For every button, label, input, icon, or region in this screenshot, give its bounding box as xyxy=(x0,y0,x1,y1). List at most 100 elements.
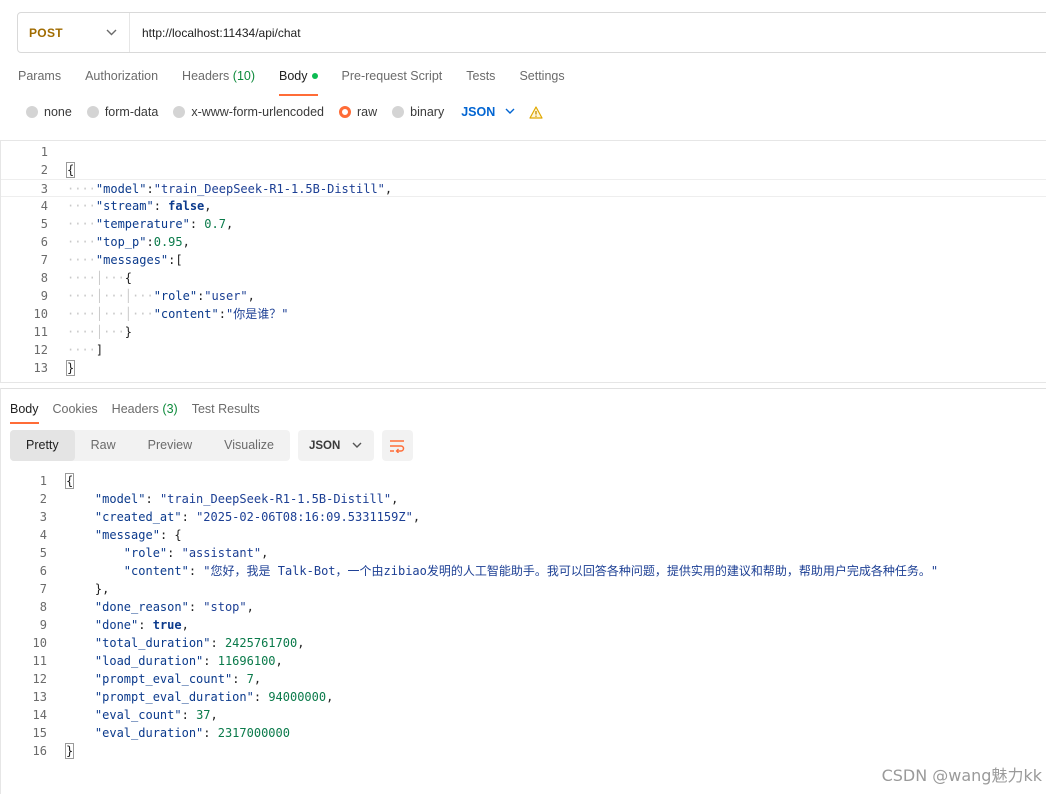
chevron-down-icon xyxy=(106,27,117,39)
request-tabs: Params Authorization Headers (10) Body P… xyxy=(18,65,589,96)
wrap-lines-icon[interactable] xyxy=(381,430,413,461)
json-brace: { xyxy=(64,473,75,489)
tab-tests[interactable]: Tests xyxy=(466,65,495,93)
code-line: 16} xyxy=(0,742,1046,760)
response-view-bar: Pretty Raw Preview Visualize JSON xyxy=(10,430,413,461)
radio-urlencoded-label: x-www-form-urlencoded xyxy=(191,105,324,119)
line-number: 11 xyxy=(32,654,47,668)
tab-pre-request-script[interactable]: Pre-request Script xyxy=(342,65,443,93)
radio-none-label: none xyxy=(44,105,72,119)
line-number: 8 xyxy=(40,271,48,285)
json-key: "role" xyxy=(153,289,198,303)
view-pretty[interactable]: Pretty xyxy=(10,430,75,461)
code-line: 6 ····"top_p":0.95, xyxy=(1,233,1046,251)
panel-divider[interactable] xyxy=(0,388,1046,389)
json-key: "eval_count" xyxy=(94,708,182,722)
response-tab-body[interactable]: Body xyxy=(10,398,39,424)
radio-form-data-label: form-data xyxy=(104,105,159,119)
code-line: 4 ····"stream": false, xyxy=(1,197,1046,215)
view-preview[interactable]: Preview xyxy=(132,430,208,461)
json-string: "user" xyxy=(204,289,248,303)
code-line: 7 }, xyxy=(0,580,1046,598)
line-number: 9 xyxy=(40,289,48,303)
line-number: 5 xyxy=(40,217,48,231)
chevron-down-icon xyxy=(352,440,362,452)
response-tabs: Body Cookies Headers (3) Test Results xyxy=(10,398,274,424)
line-number: 2 xyxy=(40,163,48,177)
radio-none[interactable]: none xyxy=(26,105,72,119)
line-number: 13 xyxy=(33,361,48,375)
response-tab-test-results[interactable]: Test Results xyxy=(192,398,260,420)
code-line: 12 "prompt_eval_count": 7, xyxy=(0,670,1046,688)
code-line: 6 "content": "您好，我是 Talk-Bot，一个由zibiao发明… xyxy=(0,562,1046,580)
tab-params[interactable]: Params xyxy=(18,65,61,93)
line-number: 15 xyxy=(32,726,47,740)
tab-body[interactable]: Body xyxy=(279,65,318,96)
json-key: "done" xyxy=(94,618,139,632)
csdn-watermark: CSDN @wang魅力kk xyxy=(881,766,1042,785)
json-bool: false xyxy=(168,199,205,213)
line-number: 3 xyxy=(39,510,47,524)
line-number: 7 xyxy=(39,582,47,596)
line-number: 4 xyxy=(39,528,47,542)
response-tab-headers[interactable]: Headers (3) xyxy=(112,398,178,420)
line-number: 10 xyxy=(33,307,48,321)
radio-circle xyxy=(86,106,99,118)
warning-triangle-icon[interactable] xyxy=(529,105,543,119)
line-number: 4 xyxy=(40,199,48,213)
line-number: 7 xyxy=(40,253,48,267)
tab-settings[interactable]: Settings xyxy=(519,65,564,93)
line-number: 5 xyxy=(39,546,47,560)
response-body-viewer[interactable]: 1{ 2 "model": "train_DeepSeek-R1-1.5B-Di… xyxy=(0,472,1046,762)
json-key: "role" xyxy=(123,546,168,560)
headers-count: (10) xyxy=(232,69,256,83)
json-key: "total_duration" xyxy=(94,636,211,650)
json-number: 11696100 xyxy=(217,654,276,668)
view-visualize[interactable]: Visualize xyxy=(208,430,290,461)
request-url-bar: POST http://localhost:11434/api/chat xyxy=(17,12,1046,53)
body-format-select[interactable]: JSON xyxy=(461,105,515,119)
response-tab-cookies[interactable]: Cookies xyxy=(53,398,98,420)
code-line: 8 ····│···{ xyxy=(1,269,1046,287)
view-raw[interactable]: Raw xyxy=(75,430,132,461)
code-line: 1 xyxy=(1,143,1046,161)
tab-headers[interactable]: Headers (10) xyxy=(182,65,255,93)
tab-headers-label: Headers xyxy=(182,69,230,83)
code-line: 13} xyxy=(1,359,1046,377)
json-number: 94000000 xyxy=(268,690,327,704)
code-line: 8 "done_reason": "stop", xyxy=(0,598,1046,616)
json-string: "你是谁？" xyxy=(225,307,289,321)
request-body-editor[interactable]: 1 2{ 3 ····"model":"train_DeepSeek-R1-1.5… xyxy=(0,140,1046,383)
radio-urlencoded[interactable]: x-www-form-urlencoded xyxy=(173,105,324,119)
line-number: 6 xyxy=(39,564,47,578)
json-key: "top_p" xyxy=(95,235,147,249)
body-type-options: none form-data x-www-form-urlencoded raw… xyxy=(26,103,543,121)
code-line: 2{ xyxy=(1,161,1046,179)
radio-raw[interactable]: raw xyxy=(339,105,377,119)
json-key: "message" xyxy=(94,528,160,542)
code-line: 3 ····"model":"train_DeepSeek-R1-1.5B-Dis… xyxy=(1,179,1046,197)
json-brace: { xyxy=(65,162,76,178)
radio-form-data[interactable]: form-data xyxy=(86,105,159,119)
radio-binary[interactable]: binary xyxy=(392,105,444,119)
body-indicator-dot xyxy=(311,72,318,79)
response-format-select[interactable]: JSON xyxy=(297,430,374,461)
radio-circle-selected xyxy=(339,106,351,118)
line-number: 6 xyxy=(40,235,48,249)
json-key: "model" xyxy=(95,182,147,196)
method-select[interactable]: POST xyxy=(18,13,130,52)
tab-authorization[interactable]: Authorization xyxy=(85,65,158,93)
code-line: 2 "model": "train_DeepSeek-R1-1.5B-Disti… xyxy=(0,490,1046,508)
code-line: 9 ····│···│···"role":"user", xyxy=(1,287,1046,305)
json-key: "temperature" xyxy=(95,217,190,231)
view-mode-segmented: Pretty Raw Preview Visualize xyxy=(10,430,290,461)
code-line: 9 "done": true, xyxy=(0,616,1046,634)
json-key: "content" xyxy=(123,564,189,578)
code-line: 10 ····│···│···"content":"你是谁？" xyxy=(1,305,1046,323)
code-line: 11 ····│···} xyxy=(1,323,1046,341)
json-number: 37 xyxy=(196,708,211,722)
code-line: 14 "eval_count": 37, xyxy=(0,706,1046,724)
url-input[interactable]: http://localhost:11434/api/chat xyxy=(130,26,301,40)
json-key: "done_reason" xyxy=(94,600,189,614)
response-headers-count: (3) xyxy=(162,402,178,416)
